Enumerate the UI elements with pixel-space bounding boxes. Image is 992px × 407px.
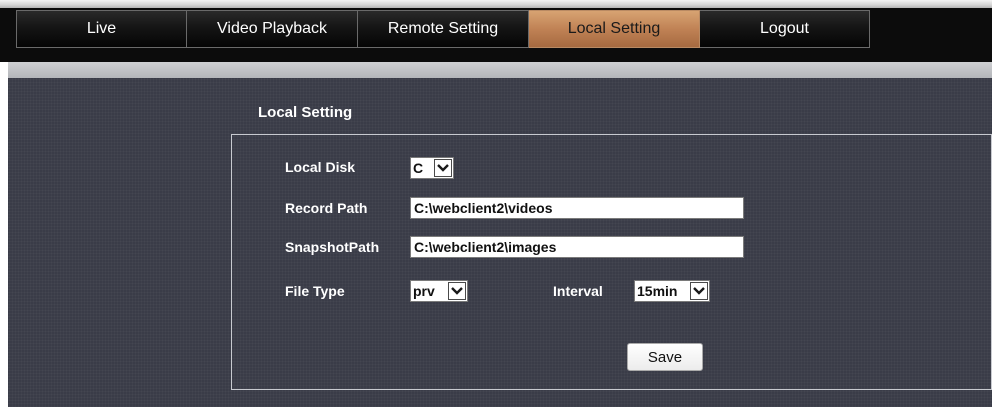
tab-remote-setting-label: Remote Setting: [387, 20, 499, 37]
file-type-label: File Type: [285, 283, 345, 299]
tab-local-setting-label: Local Setting: [567, 20, 661, 37]
top-nav-bar: Live Video Playback Remote Setting Local…: [0, 0, 992, 62]
file-type-value: prv: [413, 283, 435, 299]
snapshot-path-label: SnapshotPath: [285, 239, 380, 255]
nav-tabs: Live Video Playback Remote Setting Local…: [16, 10, 870, 48]
tab-logout[interactable]: Logout: [700, 10, 870, 48]
save-button[interactable]: Save: [627, 343, 703, 371]
local-disk-select[interactable]: C: [410, 157, 454, 179]
interval-value: 15min: [637, 283, 678, 299]
tab-local-setting[interactable]: Local Setting: [529, 10, 700, 48]
file-type-select[interactable]: prv: [410, 280, 468, 302]
interval-select[interactable]: 15min: [634, 280, 710, 302]
local-setting-panel: Local Disk C Record Path SnapshotPath Fi…: [231, 134, 992, 390]
tab-live-label: Live: [86, 20, 117, 37]
record-path-field[interactable]: [410, 197, 744, 219]
chevron-down-icon: [434, 159, 452, 177]
record-path-label: Record Path: [285, 200, 368, 216]
chevron-down-icon: [690, 282, 708, 300]
local-disk-label: Local Disk: [285, 159, 356, 175]
interval-label: Interval: [553, 283, 603, 299]
tab-logout-label: Logout: [760, 20, 809, 37]
snapshot-path-field[interactable]: [410, 236, 744, 258]
tab-video-playback[interactable]: Video Playback: [187, 10, 358, 48]
nav-top-highlight: [0, 0, 992, 8]
main-content: Local Setting Local Disk C Record Path S…: [8, 78, 992, 407]
header-divider: [8, 62, 992, 78]
tab-video-playback-label: Video Playback: [217, 20, 327, 37]
tab-remote-setting[interactable]: Remote Setting: [358, 10, 529, 48]
tab-live[interactable]: Live: [16, 10, 187, 48]
local-disk-value: C: [413, 160, 424, 176]
section-title: Local Setting: [258, 104, 353, 121]
chevron-down-icon: [448, 282, 466, 300]
